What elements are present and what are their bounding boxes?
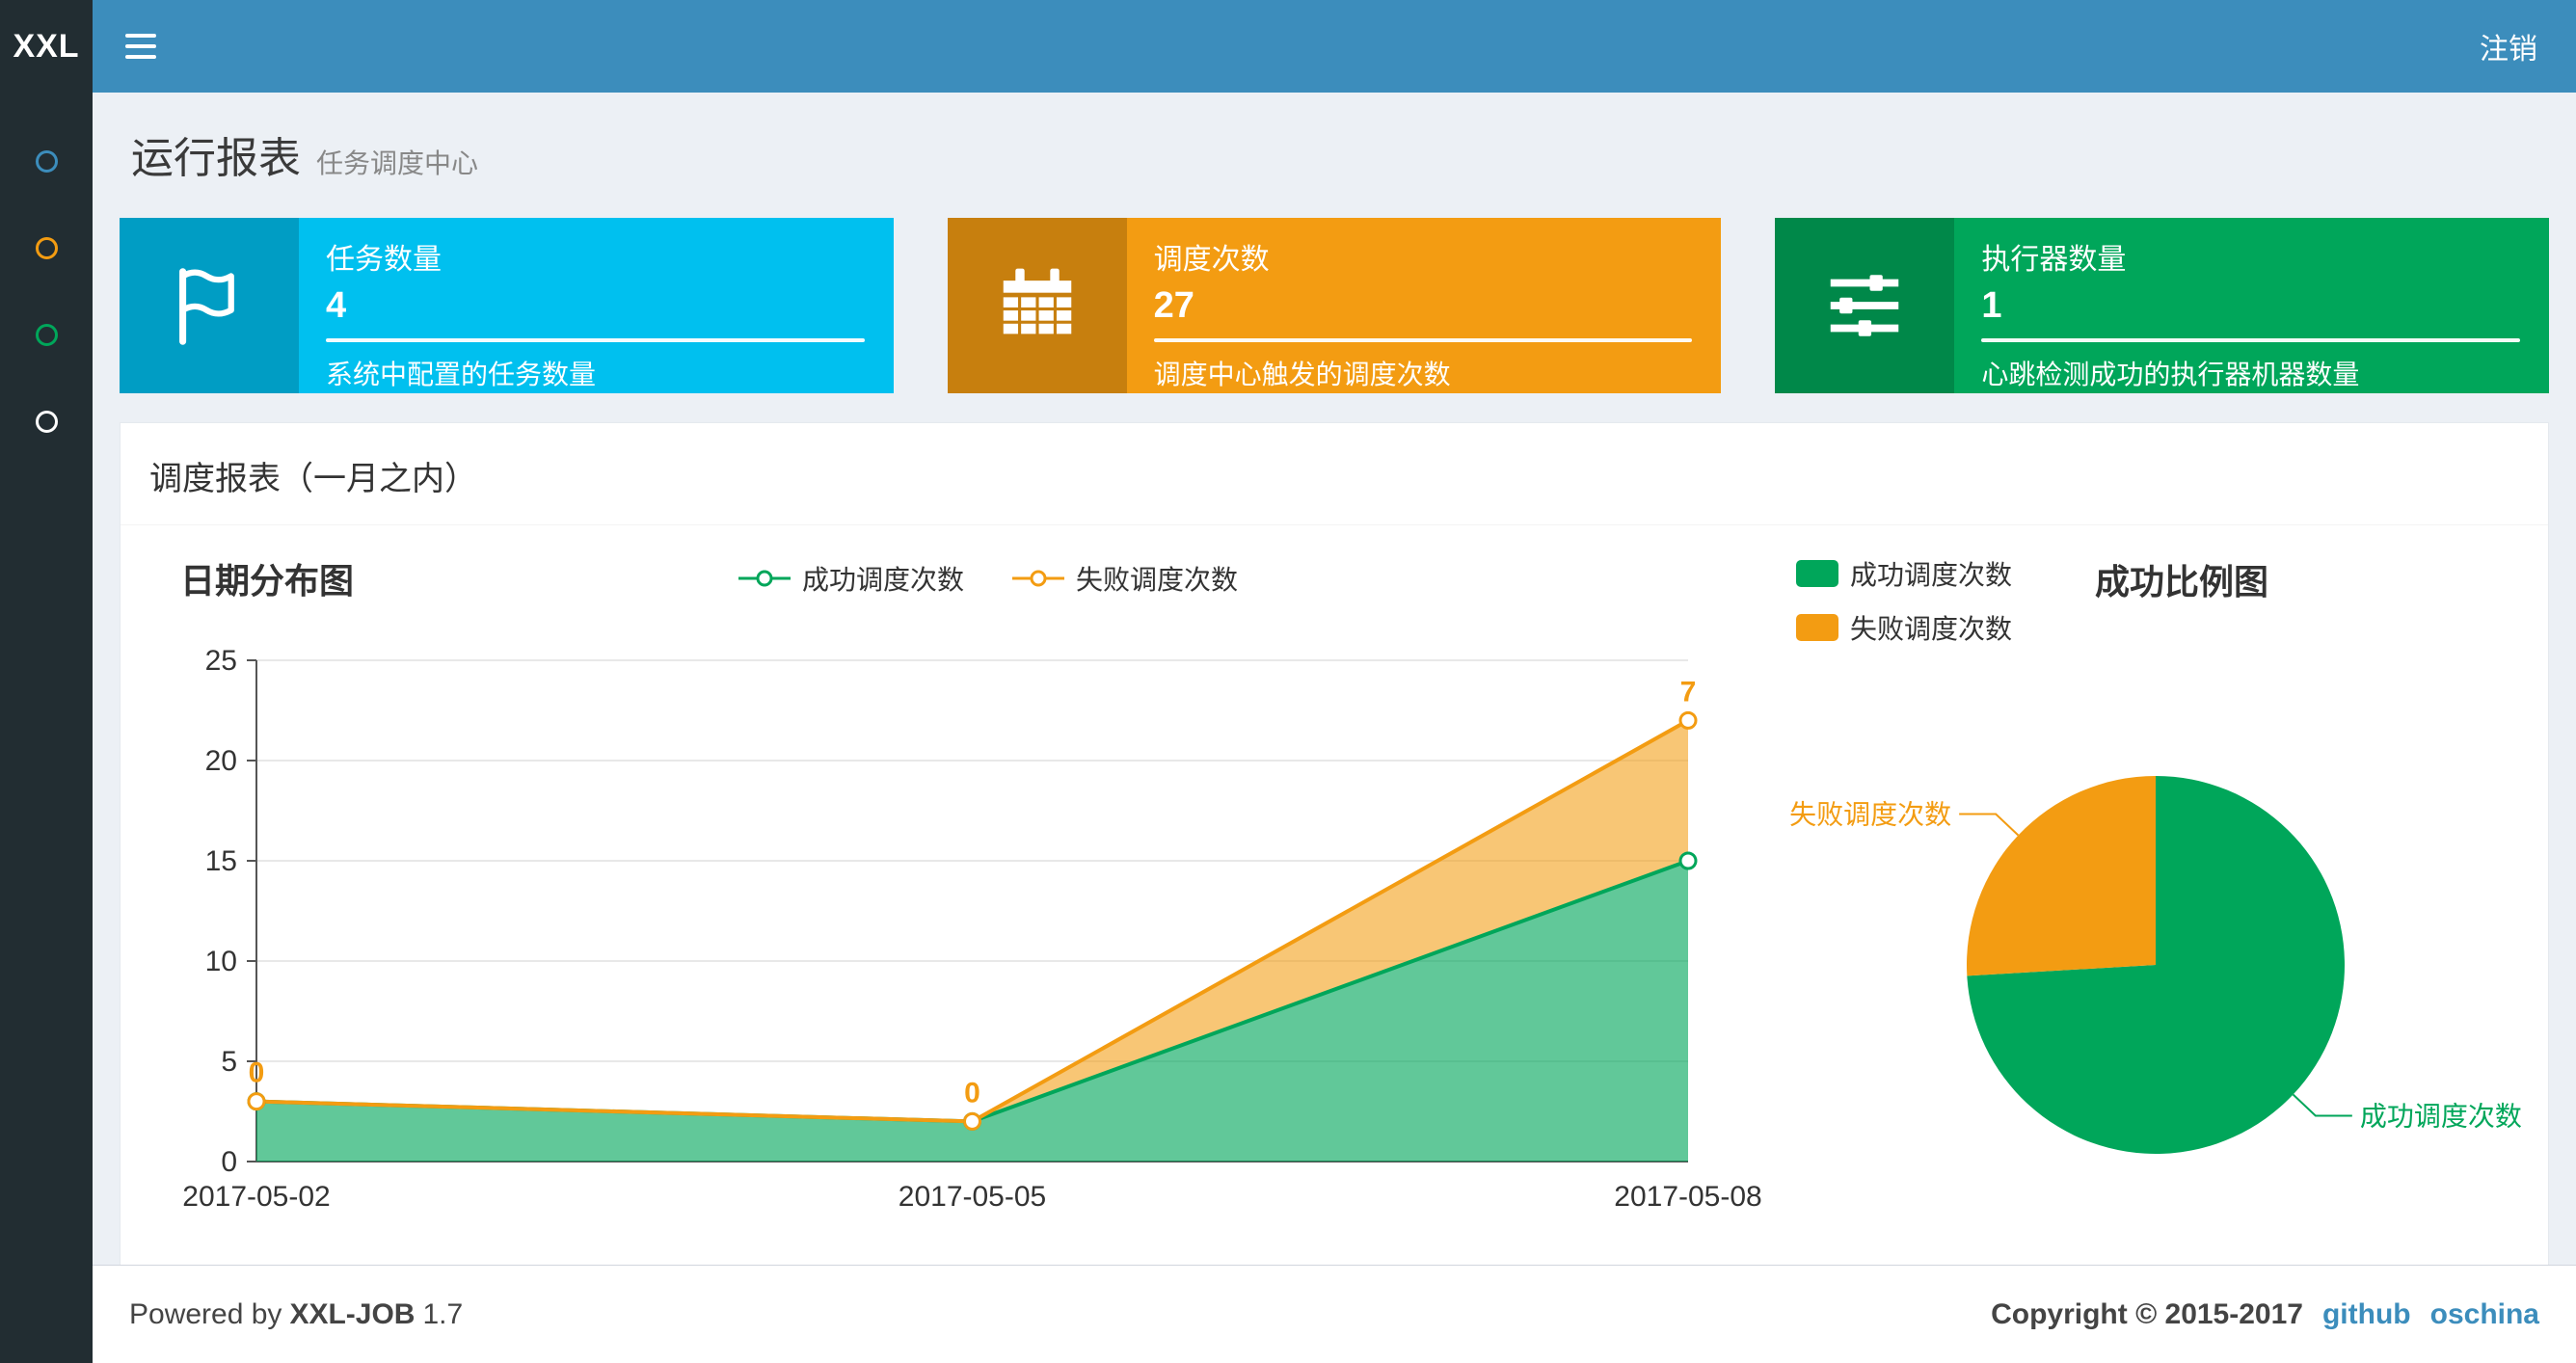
page-header: 运行报表 任务调度中心	[120, 116, 2549, 185]
panel-title: 调度报表（一月之内）	[121, 423, 2548, 525]
legend-swatch	[1796, 560, 1838, 587]
sliders-icon	[1775, 218, 1955, 393]
circle-icon	[35, 410, 58, 433]
svg-text:2017-05-05: 2017-05-05	[899, 1181, 1046, 1213]
svg-text:0: 0	[249, 1057, 265, 1089]
stat-row: 任务数量 4 系统中配置的任务数量 调度次数 27 调度中心触发的调度次数 执行…	[120, 218, 2550, 393]
line-chart-header: 日期分布图 成功调度次数 失败调度次数	[146, 547, 1784, 610]
stat-description: 系统中配置的任务数量	[326, 360, 597, 389]
stat-body: 调度次数 27 调度中心触发的调度次数	[1127, 218, 1722, 393]
stat-progress-bar	[1981, 338, 2521, 342]
stat-value: 27	[1153, 285, 1194, 326]
powered-prefix: Powered by	[129, 1297, 282, 1330]
legend-label: 成功调度次数	[801, 565, 964, 595]
stat-body: 执行器数量 1 心跳检测成功的执行器机器数量	[1954, 218, 2549, 393]
svg-text:20: 20	[205, 745, 237, 777]
svg-text:15: 15	[205, 845, 237, 877]
stat-box-executor-count: 执行器数量 1 心跳检测成功的执行器机器数量	[1775, 218, 2550, 393]
product-version: 1.7	[422, 1297, 464, 1330]
legend-line-icon	[738, 570, 791, 587]
copyright-area: Copyright © 2015-2017 github oschina	[1991, 1298, 2539, 1331]
svg-text:0: 0	[964, 1077, 980, 1109]
stat-box-job-count: 任务数量 4 系统中配置的任务数量	[120, 218, 894, 393]
copyright-text: Copyright © 2015-2017	[1991, 1297, 2303, 1330]
main-content: 运行报表 任务调度中心 任务数量 4 系统中配置的任务数量 调度次数 27 调度…	[93, 93, 2576, 1295]
app-logo[interactable]: XXL	[0, 0, 93, 93]
app-logo-text: XXL	[13, 27, 80, 65]
line-chart-svg: 05101520252017-05-02 2017-05-05 2017-05-08…	[182, 645, 1761, 1213]
top-navbar: XXL 注销	[0, 0, 2576, 93]
sidebar-menu-item[interactable]	[0, 204, 93, 291]
sidebar-menu-item[interactable]	[0, 291, 93, 378]
svg-text:失败调度次数: 失败调度次数	[1789, 800, 1951, 830]
legend-item[interactable]: 失败调度次数	[1796, 608, 2012, 647]
calendar-icon	[947, 218, 1127, 393]
stat-title: 任务数量	[326, 244, 442, 276]
product-name: XXL-JOB	[289, 1297, 416, 1330]
app-root: XXL 注销 运行报表 任务调度中心 任务数量 4 系统中配置的任务数量 调度次…	[0, 0, 2576, 1363]
sidebar	[0, 93, 93, 1363]
panel-body: 日期分布图 成功调度次数 失败调度次数 0 5 10 15 20 25 2017-05-02 2…	[121, 525, 2548, 1294]
sidebar-menu-item[interactable]	[0, 378, 93, 465]
legend-item[interactable]: 成功调度次数	[737, 559, 964, 598]
pie-slice	[1967, 776, 2156, 976]
pie-chart-area: 成功调度次数 失败调度次数 成功比例图 成功调度次数 失败调度次数	[1784, 547, 2536, 1269]
svg-text:成功调度次数: 成功调度次数	[2360, 1101, 2522, 1131]
legend-line-icon	[1012, 570, 1064, 587]
svg-text:7: 7	[1680, 676, 1697, 708]
svg-text:10: 10	[205, 946, 237, 977]
oschina-link[interactable]: oschina	[2430, 1298, 2539, 1331]
report-panel: 调度报表（一月之内） 日期分布图 成功调度次数 失败调度次数 0 5 10 15 20 25…	[120, 422, 2549, 1295]
legend-label: 成功调度次数	[1850, 560, 2013, 590]
line-chart-area: 日期分布图 成功调度次数 失败调度次数 0 5 10 15 20 25 2017-05-02 2…	[146, 547, 1784, 1269]
github-link[interactable]: github	[2322, 1298, 2411, 1331]
page-subtitle: 任务调度中心	[316, 148, 479, 178]
svg-text:2017-05-02: 2017-05-02	[182, 1181, 330, 1213]
navbar-right-area: 注销	[93, 0, 2576, 93]
stat-title: 执行器数量	[1981, 244, 2127, 276]
stat-value: 4	[326, 285, 347, 326]
svg-text:0: 0	[221, 1146, 237, 1178]
powered-by: Powered by XXL-JOB 1.7	[129, 1298, 463, 1331]
circle-icon	[35, 149, 58, 173]
sidebar-menu-item[interactable]	[0, 118, 93, 204]
svg-text:25: 25	[205, 645, 237, 677]
legend-item[interactable]: 失败调度次数	[1010, 559, 1238, 598]
legend-label: 失败调度次数	[1850, 614, 2013, 644]
stat-progress-bar	[1153, 338, 1693, 342]
circle-icon	[35, 323, 58, 346]
legend-swatch	[1796, 614, 1838, 641]
footer: Powered by XXL-JOB 1.7 Copyright © 2015-20…	[93, 1265, 2576, 1363]
hamburger-icon	[125, 34, 156, 38]
stat-description: 心跳检测成功的执行器机器数量	[1981, 360, 2360, 389]
legend-label: 失败调度次数	[1076, 565, 1239, 595]
stat-box-trigger-count: 调度次数 27 调度中心触发的调度次数	[947, 218, 1722, 393]
stat-progress-bar	[326, 338, 865, 342]
pie-chart-svg: 成功调度次数 失败调度次数	[1789, 776, 2522, 1154]
stat-description: 调度中心触发的调度次数	[1153, 360, 1451, 389]
pie-chart-title: 成功比例图	[2095, 562, 2269, 601]
pie-chart-legend: 成功调度次数 失败调度次数	[1796, 554, 2012, 647]
stat-value: 1	[1981, 285, 2002, 326]
stat-title: 调度次数	[1153, 244, 1270, 276]
stat-body: 任务数量 4 系统中配置的任务数量	[299, 218, 894, 393]
page-title: 运行报表	[131, 135, 301, 182]
circle-icon	[35, 236, 58, 259]
sidebar-toggle-button[interactable]	[93, 0, 189, 93]
svg-text:5: 5	[221, 1046, 237, 1078]
line-chart-title: 日期分布图	[180, 561, 355, 601]
line-chart-legend: 成功调度次数 失败调度次数	[354, 559, 1621, 598]
legend-item[interactable]: 成功调度次数	[1796, 554, 2012, 593]
logout-link[interactable]: 注销	[2441, 25, 2576, 67]
flag-icon	[120, 218, 299, 393]
svg-text:2017-05-08: 2017-05-08	[1614, 1181, 1761, 1213]
pie-chart-header: 成功调度次数 失败调度次数 成功比例图	[1784, 554, 2536, 647]
